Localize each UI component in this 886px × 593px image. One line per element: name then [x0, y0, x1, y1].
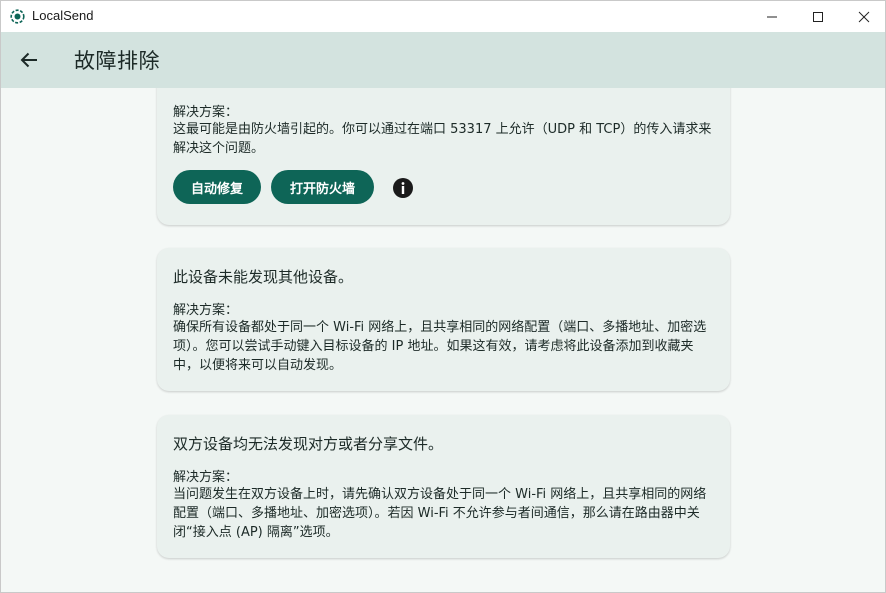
title-bar: LocalSend	[1, 1, 885, 32]
solution-label: 解决方案：	[173, 470, 239, 485]
window-title: LocalSend	[32, 8, 94, 23]
page-title: 故障排除	[74, 49, 160, 73]
solution-text: 这最可能是由防火墙引起的。你可以通过在端口 53317 上允许（UDP 和 TC…	[173, 122, 712, 156]
maximize-icon	[813, 11, 823, 22]
troubleshoot-card-discovery: 此设备未能发现其他设备。 解决方案： 确保所有设备都处于同一个 Wi-Fi 网络…	[157, 248, 730, 391]
arrow-left-icon	[20, 52, 37, 68]
maximize-button[interactable]	[795, 1, 841, 32]
troubleshoot-list[interactable]: 解决方案： 这最可能是由防火墙引起的。你可以通过在端口 53317 上允许（UD…	[1, 88, 885, 592]
solution-text: 当问题发生在双方设备上时，请先确认双方设备处于同一个 Wi-Fi 网络上，且共享…	[173, 487, 707, 540]
minimize-button[interactable]	[749, 1, 795, 32]
close-icon	[858, 11, 870, 22]
troubleshoot-card-mutual: 双方设备均无法发现对方或者分享文件。 解决方案： 当问题发生在双方设备上时，请先…	[157, 415, 730, 558]
info-button[interactable]	[392, 177, 414, 199]
troubleshoot-card-firewall: 解决方案： 这最可能是由防火墙引起的。你可以通过在端口 53317 上允许（UD…	[157, 88, 730, 225]
app-logo-icon	[10, 9, 25, 24]
auto-fix-button[interactable]: 自动修复	[173, 170, 261, 204]
card-title: 此设备未能发现其他设备。	[173, 268, 354, 286]
app-bar: 故障排除	[1, 32, 885, 88]
open-firewall-button[interactable]: 打开防火墙	[271, 170, 374, 204]
solution-label: 解决方案：	[173, 105, 239, 120]
minimize-icon	[767, 16, 777, 17]
solution-label: 解决方案：	[173, 303, 239, 318]
solution-text: 确保所有设备都处于同一个 Wi-Fi 网络上，且共享相同的网络配置（端口、多播地…	[173, 320, 707, 373]
app-window: LocalSend 故障排除 解决方案： 这最可能是由防火墙引起的。你可以通过在…	[0, 0, 886, 593]
back-button[interactable]	[11, 42, 47, 78]
card-title: 双方设备均无法发现对方或者分享文件。	[173, 435, 444, 453]
close-button[interactable]	[841, 1, 885, 32]
info-icon	[393, 178, 413, 198]
